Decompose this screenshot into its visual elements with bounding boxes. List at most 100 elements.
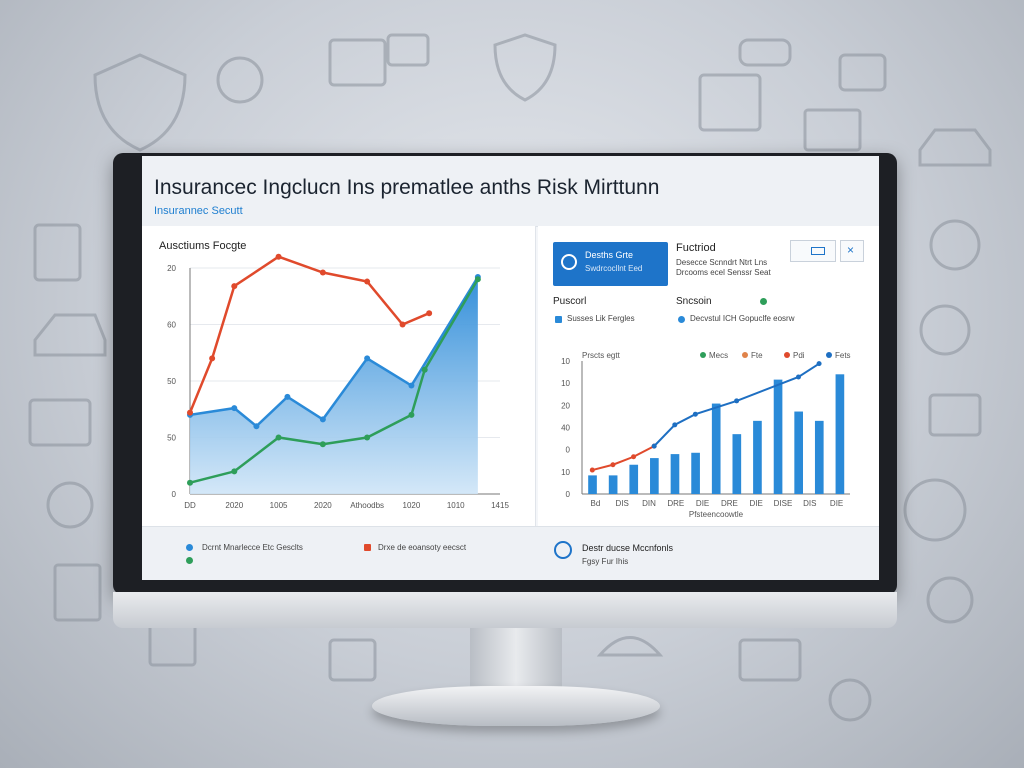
bar <box>773 379 783 494</box>
car-icon <box>738 38 792 67</box>
monitor-chin <box>113 592 897 628</box>
key-icon <box>926 576 974 624</box>
y-tick-label: 10 <box>561 468 570 477</box>
bar <box>670 454 680 494</box>
dashboard-screen: Insurancec Ingclucn Ins prematlee anths … <box>142 156 879 580</box>
x-tick-label: DRE <box>721 499 738 508</box>
briefcase-icon <box>928 393 982 437</box>
y-tick-label: 50 <box>167 434 176 443</box>
bar <box>814 420 824 494</box>
data-point <box>187 479 193 486</box>
bar <box>835 374 845 494</box>
data-point <box>275 253 282 260</box>
data-point <box>399 321 406 328</box>
trend-point <box>631 454 637 460</box>
lock-icon <box>929 219 981 271</box>
calendar-icon <box>698 73 762 132</box>
clock-icon <box>828 678 872 722</box>
key-icon <box>46 481 94 529</box>
y-tick-label: 50 <box>167 377 176 386</box>
x-tick-label: DIS <box>803 499 816 508</box>
y-tick-label: 20 <box>561 401 570 410</box>
page-subtitle: Insurannec Secutt <box>154 205 243 217</box>
footer-right-sub: Fgsy Fur Ihis <box>582 557 629 566</box>
right-chart-panel: Desths Grte Swdrcocllnt Eed Fuctriod Des… <box>538 226 879 526</box>
trend-point <box>692 411 698 417</box>
bar <box>650 458 659 494</box>
car-icon <box>33 313 107 357</box>
x-tick-label: DIE <box>750 499 763 508</box>
x-tick-label: DIE <box>830 499 843 508</box>
legend-red-icon <box>364 544 371 551</box>
shield-icon <box>493 33 557 102</box>
monitor-stand-foot <box>372 686 660 726</box>
bar <box>629 464 639 494</box>
data-point <box>408 382 415 389</box>
data-point <box>364 278 371 285</box>
y-tick-label: 40 <box>561 424 570 433</box>
shield-icon <box>919 304 971 356</box>
footer-legend-1: Dcrnt Mnarlecce Etc Gesclts <box>202 543 303 552</box>
calculator-icon <box>33 223 82 282</box>
monitor-stand-neck <box>470 628 562 688</box>
trend-point <box>734 398 740 404</box>
y-tick-label: 20 <box>167 264 176 273</box>
legend-marker <box>742 352 748 358</box>
y-tick-label: 0 <box>566 490 571 499</box>
data-point <box>187 409 193 416</box>
briefcase-icon <box>28 398 92 447</box>
dashboard-footer: Dcrnt Mnarlecce Etc Gesclts Drxe de eoan… <box>142 526 879 580</box>
x-tick-label: 1415 <box>491 501 509 510</box>
trend-point <box>589 467 595 473</box>
data-point <box>319 416 326 423</box>
document-icon <box>328 38 387 87</box>
data-point <box>284 393 291 400</box>
legend-marker <box>700 352 706 358</box>
camera-icon <box>386 33 430 67</box>
camera-icon <box>838 53 887 92</box>
card-icon <box>738 638 802 682</box>
legend-label: Fte <box>751 351 763 360</box>
data-point <box>421 366 428 373</box>
car-icon <box>918 128 992 167</box>
bar <box>753 420 762 494</box>
dashboard-header: Insurancec Ingclucn Ins prematlee anths … <box>142 156 879 227</box>
legend-marker <box>826 352 832 358</box>
data-point <box>231 283 238 290</box>
data-point <box>319 269 326 276</box>
briefcase-icon <box>328 638 377 682</box>
bar <box>691 452 700 494</box>
trend-point <box>651 443 657 449</box>
trend-line-0 <box>592 445 655 472</box>
footer-legend-2: Drxe de eoansoty eecsct <box>378 543 467 552</box>
sync-icon <box>554 541 572 559</box>
legend-blue-icon <box>186 544 193 551</box>
trend-line-1 <box>653 362 820 447</box>
x-tick-label: DISE <box>774 499 793 508</box>
y-tick-label: 60 <box>167 321 176 330</box>
building-icon <box>803 108 862 152</box>
data-point <box>364 355 371 362</box>
x-tick-label: DIN <box>642 499 656 508</box>
footer-right-title: Destr ducse Mccnfonls <box>582 543 674 553</box>
x-tick-label: 2020 <box>225 501 243 510</box>
area-series-0 <box>190 277 478 494</box>
x-tick-label: DD <box>184 501 196 510</box>
trend-point <box>610 462 616 468</box>
data-point <box>231 405 238 412</box>
document-icon <box>53 563 102 622</box>
data-point <box>426 310 433 317</box>
data-point <box>231 468 238 475</box>
x-tick-label: 1020 <box>403 501 421 510</box>
x-tick-label: DIE <box>696 499 709 508</box>
gauge-icon <box>903 478 967 542</box>
line-area-chart: 0 50 50 60 20 DD 2020 1005 2020 Athoodbs 1020 1010 1… <box>167 253 509 510</box>
x-tick-label: Bd <box>591 499 601 508</box>
page-title: Insurancec Ingclucn Ins prematlee anths … <box>154 176 660 199</box>
legend-label: Fets <box>835 351 851 360</box>
data-point <box>253 423 260 430</box>
bar <box>608 475 618 494</box>
left-chart-panel: Ausctiums Focgte 0 50 50 60 20 DD 2020 1005 2020… <box>142 226 536 526</box>
x-tick-label: Athoodbs <box>350 501 384 510</box>
trend-point <box>672 422 678 428</box>
